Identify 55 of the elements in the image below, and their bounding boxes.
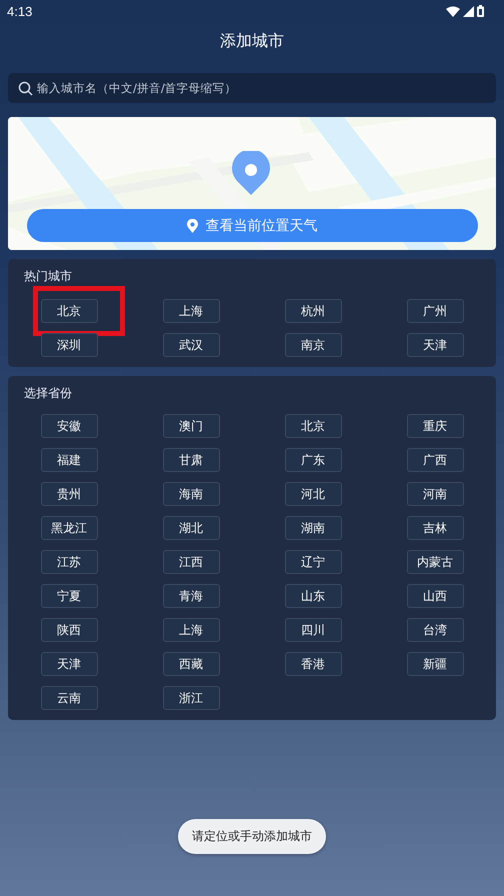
province-chip[interactable]: 上海 [162,618,220,642]
page-title: 添加城市 [220,30,284,52]
province-chip[interactable]: 河北 [284,482,342,506]
wifi-icon [446,6,460,16]
city-chip[interactable]: 广州 [406,299,464,323]
province-chip[interactable]: 湖南 [284,516,342,540]
toast-message: 请定位或手动添加城市 [178,819,326,854]
province-chip[interactable]: 江苏 [40,550,98,574]
province-chip[interactable]: 江西 [162,550,220,574]
province-chip[interactable]: 河南 [406,482,464,506]
province-chip[interactable]: 内蒙古 [406,550,464,574]
province-chip[interactable]: 山东 [284,584,342,608]
current-location-weather-button[interactable]: 查看当前位置天气 [26,209,478,242]
province-chip[interactable]: 四川 [284,618,342,642]
signal-icon [463,6,474,16]
province-chip[interactable]: 澳门 [162,414,220,438]
province-chip[interactable]: 海南 [162,482,220,506]
province-chip[interactable]: 陕西 [40,618,98,642]
province-chip[interactable]: 新疆 [406,652,464,676]
city-chip[interactable]: 杭州 [284,299,342,323]
section-title: 热门城市 [24,268,72,285]
province-chip[interactable]: 甘肃 [162,448,220,472]
province-chip[interactable]: 安徽 [40,414,98,438]
city-chip[interactable]: 天津 [406,333,464,357]
city-chip[interactable]: 北京 [40,299,98,323]
search-field[interactable]: 输入城市名（中文/拼音/首字母缩写） [8,73,496,103]
province-chip[interactable]: 青海 [162,584,220,608]
province-chip[interactable]: 香港 [284,652,342,676]
province-chip[interactable]: 浙江 [162,686,220,710]
province-chip[interactable]: 广西 [406,448,464,472]
province-chip[interactable]: 重庆 [406,414,464,438]
province-chip[interactable]: 西藏 [162,652,220,676]
province-chip[interactable]: 山西 [406,584,464,608]
search-icon [18,81,33,96]
location-pin-icon [186,218,198,232]
province-chip[interactable]: 云南 [40,686,98,710]
battery-icon [477,5,484,17]
status-time: 4:13 [7,4,32,18]
province-chip[interactable]: 宁夏 [40,584,98,608]
location-pin-icon [232,151,270,195]
province-chip[interactable]: 黑龙江 [40,516,98,540]
province-chip[interactable]: 北京 [284,414,342,438]
province-chip[interactable]: 辽宁 [284,550,342,574]
province-chip[interactable]: 天津 [40,652,98,676]
province-chip[interactable]: 广东 [284,448,342,472]
province-chip[interactable]: 台湾 [406,618,464,642]
city-chip[interactable]: 武汉 [162,333,220,357]
section-title: 选择省份 [24,385,72,402]
province-chip[interactable]: 福建 [40,448,98,472]
province-chip[interactable]: 湖北 [162,516,220,540]
province-chip[interactable]: 贵州 [40,482,98,506]
city-chip[interactable]: 上海 [162,299,220,323]
city-chip[interactable]: 深圳 [40,333,98,357]
city-chip[interactable]: 南京 [284,333,342,357]
province-chip[interactable]: 吉林 [406,516,464,540]
